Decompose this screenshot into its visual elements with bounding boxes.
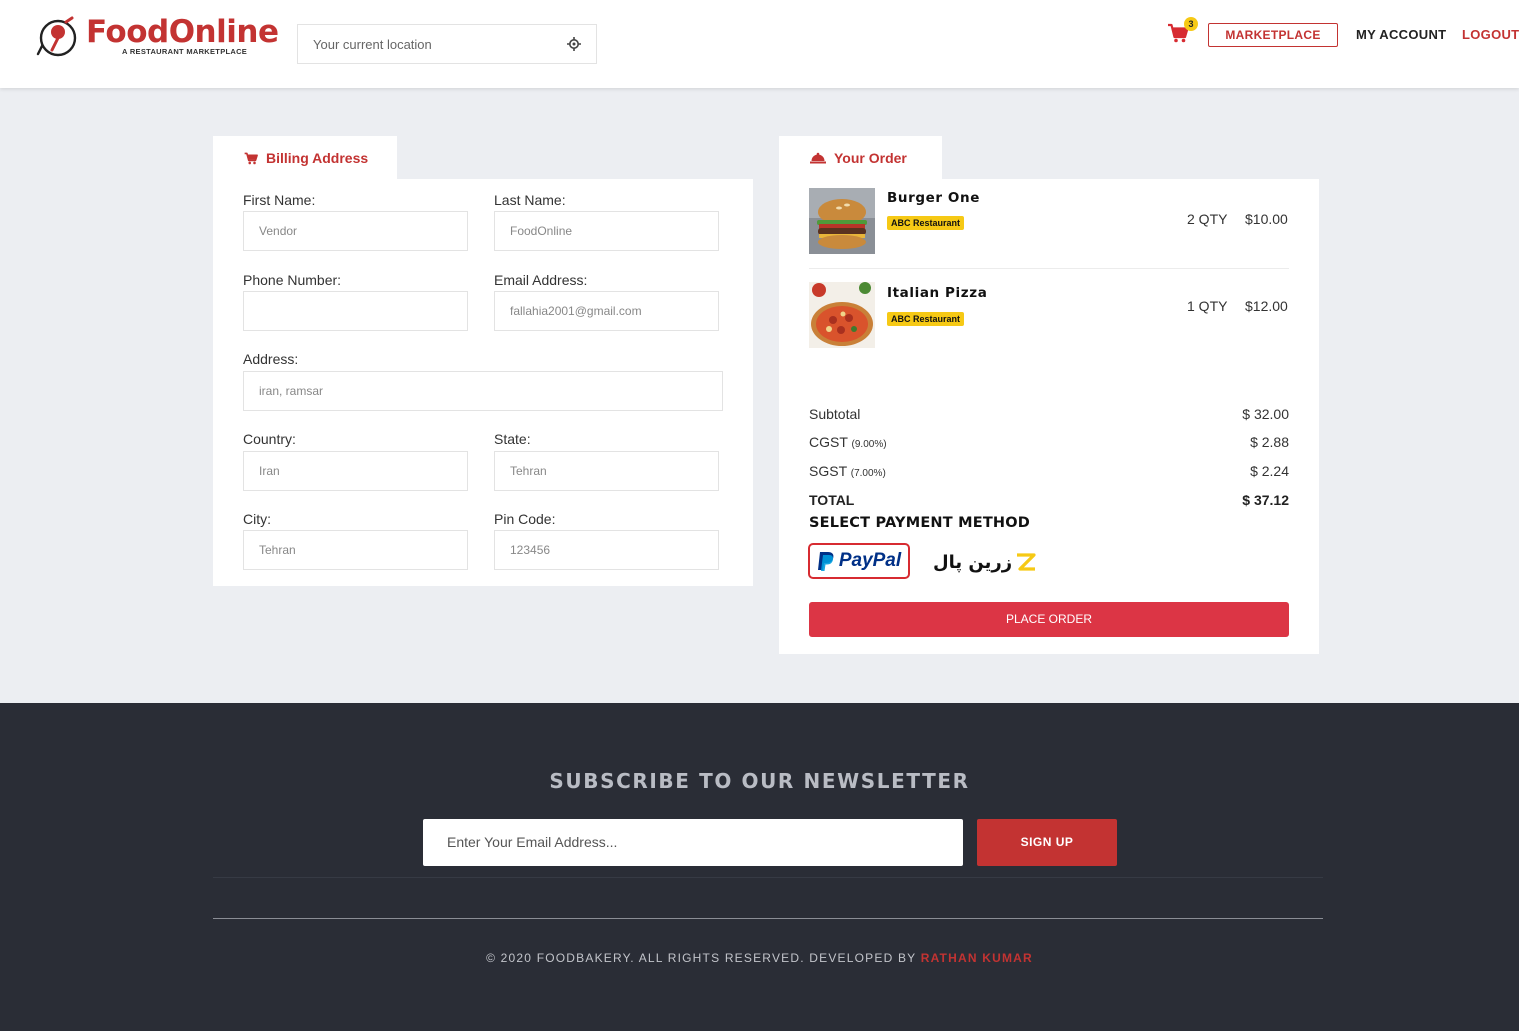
- footer-divider: [213, 877, 1323, 878]
- location-input[interactable]: [298, 25, 548, 63]
- zarinpal-label: زرین پال: [933, 551, 1013, 573]
- burger-image: [809, 188, 875, 254]
- item-price: $12.00: [1245, 298, 1288, 314]
- subtotal-value: $ 32.00: [1242, 406, 1289, 422]
- cart-icon: [244, 152, 258, 164]
- paypal-option[interactable]: PayPal: [808, 543, 910, 579]
- phone-field[interactable]: [243, 291, 468, 331]
- pin-code-label: Pin Code:: [494, 511, 556, 527]
- last-name-label: Last Name:: [494, 192, 566, 208]
- site-header: FoodOnline A RESTAURANT MARKETPLACE 3 MA…: [0, 0, 1519, 88]
- item-name: Burger One: [887, 190, 980, 206]
- cart-count-badge: 3: [1184, 17, 1198, 31]
- copyright-text: © 2020 FOODBAKERY. ALL RIGHTS RESERVED. …: [486, 951, 1033, 965]
- logo-text: FoodOnline: [86, 14, 279, 50]
- sgst-label: SGST (7.00%): [809, 463, 886, 479]
- sgst-value: $ 2.24: [1250, 463, 1289, 479]
- address-field[interactable]: iran, ramsar: [243, 371, 723, 411]
- country-label: Country:: [243, 431, 296, 447]
- item-price: $10.00: [1245, 211, 1288, 227]
- cgst-value: $ 2.88: [1250, 434, 1289, 450]
- billing-form: First Name: Vendor Last Name: FoodOnline…: [213, 179, 753, 586]
- tab-order-label: Your Order: [834, 150, 907, 166]
- city-label: City:: [243, 511, 271, 527]
- order-summary: Burger One ABC Restaurant 2 QTY $10.00 I…: [779, 179, 1319, 654]
- total-value: $ 37.12: [1242, 492, 1289, 508]
- state-label: State:: [494, 431, 531, 447]
- sign-up-button[interactable]: SIGN UP: [977, 819, 1117, 866]
- zarinpal-option[interactable]: زرین پال: [933, 549, 1036, 575]
- country-field[interactable]: Iran: [243, 451, 468, 491]
- sgst-rate: (7.00%): [850, 468, 886, 479]
- pin-code-field[interactable]: 123456: [494, 530, 719, 570]
- first-name-field[interactable]: Vendor: [243, 211, 468, 251]
- my-account-link[interactable]: MY ACCOUNT: [1356, 27, 1446, 42]
- item-qty: 2 QTY: [1187, 211, 1228, 227]
- subtotal-label: Subtotal: [809, 406, 861, 422]
- tab-your-order[interactable]: Your Order: [779, 136, 942, 180]
- newsletter-title: SUBSCRIBE TO OUR NEWSLETTER: [549, 769, 970, 793]
- zarinpal-icon: [1017, 553, 1036, 571]
- developer-link[interactable]: RATHAN KUMAR: [921, 951, 1033, 965]
- footer-divider: [213, 918, 1323, 919]
- item-name: Italian Pizza: [887, 285, 988, 301]
- email-field[interactable]: fallahia2001@gmail.com: [494, 291, 719, 331]
- paypal-label: PayPal: [838, 550, 902, 571]
- site-logo[interactable]: FoodOnline A RESTAURANT MARKETPLACE: [36, 14, 279, 64]
- state-field[interactable]: Tehran: [494, 451, 719, 491]
- cgst-label: CGST (9.00%): [809, 434, 887, 450]
- logo-tagline: A RESTAURANT MARKETPLACE: [122, 47, 248, 56]
- tab-billing-address[interactable]: Billing Address: [213, 136, 397, 180]
- pizza-image: [809, 282, 875, 348]
- site-footer: SUBSCRIBE TO OUR NEWSLETTER Enter Your E…: [0, 703, 1519, 1031]
- payment-method-title: SELECT PAYMENT METHOD: [809, 515, 1031, 531]
- logout-link[interactable]: LOGOUT: [1462, 27, 1519, 42]
- paypal-icon: [817, 551, 834, 571]
- tab-billing-label: Billing Address: [266, 150, 369, 166]
- item-divider: [809, 268, 1289, 269]
- first-name-label: First Name:: [243, 192, 316, 208]
- location-search: [297, 24, 597, 64]
- restaurant-badge: ABC Restaurant: [887, 312, 965, 326]
- locate-crosshair-icon[interactable]: [567, 37, 581, 51]
- cgst-rate: (9.00%): [851, 439, 887, 450]
- place-order-button[interactable]: PLACE ORDER: [809, 602, 1289, 637]
- last-name-field[interactable]: FoodOnline: [494, 211, 719, 251]
- item-qty: 1 QTY: [1187, 298, 1228, 314]
- phone-label: Phone Number:: [243, 272, 342, 288]
- food-cloche-icon: [810, 152, 826, 164]
- newsletter-email-input[interactable]: Enter Your Email Address...: [423, 819, 963, 866]
- email-label: Email Address:: [494, 272, 588, 288]
- restaurant-badge: ABC Restaurant: [887, 216, 965, 230]
- city-field[interactable]: Tehran: [243, 530, 468, 570]
- logo-icon: [36, 16, 77, 57]
- total-label: TOTAL: [809, 492, 855, 508]
- address-label: Address:: [243, 351, 299, 367]
- marketplace-button[interactable]: MARKETPLACE: [1208, 23, 1338, 47]
